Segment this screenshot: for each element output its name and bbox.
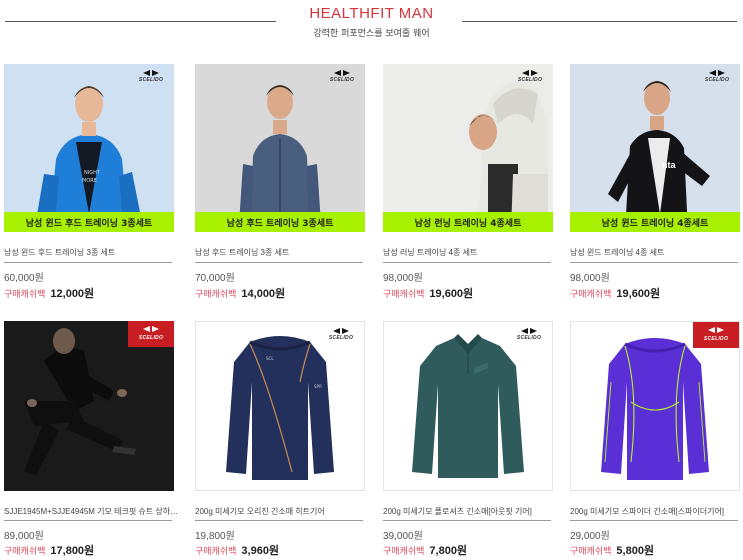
product-divider bbox=[570, 262, 738, 263]
product-banner: 남성 런닝 트레이닝 4종세트 bbox=[383, 212, 553, 232]
product-name[interactable]: 200g 미세기모 스파이더 긴소매[스파이더기어] bbox=[570, 506, 743, 517]
brand-logo: SCELIDO bbox=[327, 70, 357, 84]
brand-logo: SCELIDO bbox=[326, 328, 356, 342]
cashback-value: 19,600원 bbox=[429, 288, 474, 300]
cashback-label: 구매캐쉬백 bbox=[195, 546, 237, 556]
brand-mark-icon bbox=[709, 70, 725, 76]
section-subtitle: 강력한 퍼포먼스를 보여줄 웨어 bbox=[313, 29, 430, 39]
product-name[interactable]: 200g 미세기모 폴로셔츠 긴소매[아웃핏 기어] bbox=[383, 506, 558, 517]
brand-mark-icon bbox=[334, 70, 350, 76]
product-divider bbox=[383, 262, 551, 263]
section-title: HEALTHFIT MAN bbox=[309, 5, 434, 22]
cashback-row: 구매캐쉬백 5,800원 bbox=[570, 539, 654, 558]
section-header: HEALTHFIT MAN 강력한 퍼포먼스를 보여줄 웨어 bbox=[0, 0, 743, 44]
product-divider bbox=[195, 262, 363, 263]
brand-logo: SCELIDO bbox=[693, 322, 739, 348]
svg-text:MORE: MORE bbox=[82, 178, 97, 184]
product-card[interactable]: SCELIDO 200g 미세기모 폴로셔츠 긴소매[아웃핏 기어] 39,00… bbox=[383, 321, 553, 557]
product-name[interactable]: SJJE1945M+SJJE4945M 기모 테크핏 슈트 상하의... bbox=[4, 506, 179, 517]
product-divider bbox=[195, 520, 363, 521]
cashback-value: 3,960원 bbox=[241, 545, 280, 557]
brand-mark-icon bbox=[143, 70, 159, 76]
product-image[interactable]: SCELIDO bbox=[4, 321, 174, 491]
brand-logo: SCELIDO bbox=[515, 70, 545, 84]
cashback-row: 구매캐쉬백 19,600원 bbox=[383, 282, 473, 301]
cashback-label: 구매캐쉬백 bbox=[4, 546, 46, 556]
product-card[interactable]: nta SCELIDO 남성 윈드 트레이닝 4종세트 남성 윈드 트레이닝 4… bbox=[570, 64, 740, 300]
cashback-label: 구매캐쉬백 bbox=[383, 289, 425, 299]
product-divider bbox=[4, 262, 172, 263]
product-image[interactable]: SCELIDO bbox=[383, 321, 553, 491]
svg-text:nta: nta bbox=[662, 160, 676, 170]
brand-mark-icon bbox=[521, 328, 537, 334]
product-card[interactable]: SCELIDO SJJE1945M+SJJE4945M 기모 테크핏 슈트 상하… bbox=[4, 321, 179, 557]
product-banner: 남성 윈드 후드 트레이닝 3종세트 bbox=[4, 212, 174, 232]
cashback-value: 19,600원 bbox=[616, 288, 661, 300]
product-divider bbox=[570, 520, 738, 521]
brand-logo: SCELIDO bbox=[136, 70, 166, 84]
brand-logo: SCELIDO bbox=[128, 321, 174, 347]
cashback-value: 12,000원 bbox=[50, 288, 95, 300]
product-image[interactable]: SPR SCL SCELIDO bbox=[195, 321, 365, 491]
cashback-label: 구매캐쉬백 bbox=[383, 546, 425, 556]
product-banner: 남성 후드 트레이닝 3종세트 bbox=[195, 212, 365, 232]
cashback-row: 구매캐쉬백 17,800원 bbox=[4, 539, 94, 558]
brand-mark-icon bbox=[143, 326, 159, 332]
product-name[interactable]: 남성 후드 트레이닝 3종 세트 bbox=[195, 247, 370, 258]
cashback-row: 구매캐쉬백 12,000원 bbox=[4, 282, 94, 301]
cashback-row: 구매캐쉬백 19,600원 bbox=[570, 282, 660, 301]
cashback-value: 14,000원 bbox=[241, 288, 286, 300]
product-card[interactable]: NIGHT MORE SCELIDO 남성 윈드 후드 트레이닝 3종세트 남성… bbox=[4, 64, 174, 300]
header-divider-right bbox=[462, 21, 737, 22]
product-card[interactable]: SCELIDO 남성 런닝 트레이닝 4종세트 남성 러닝 트레이닝 4종 세트… bbox=[383, 64, 553, 300]
cashback-value: 5,800원 bbox=[616, 545, 655, 557]
cashback-label: 구매캐쉬백 bbox=[4, 289, 46, 299]
product-card[interactable]: SCELIDO 200g 미세기모 스파이더 긴소매[스파이더기어] 29,00… bbox=[570, 321, 740, 557]
brand-logo: SCELIDO bbox=[702, 70, 732, 84]
product-divider bbox=[4, 520, 172, 521]
product-card[interactable]: SCELIDO 남성 후드 트레이닝 3종세트 남성 후드 트레이닝 3종 세트… bbox=[195, 64, 365, 300]
product-image[interactable]: NIGHT MORE SCELIDO 남성 윈드 후드 트레이닝 3종세트 bbox=[4, 64, 174, 232]
cashback-row: 구매캐쉬백 3,960원 bbox=[195, 539, 279, 558]
product-image[interactable]: SCELIDO bbox=[570, 321, 740, 491]
cashback-row: 구매캐쉬백 7,800원 bbox=[383, 539, 467, 558]
brand-logo: SCELIDO bbox=[514, 328, 544, 342]
product-name[interactable]: 남성 윈드 후드 트레이닝 3종 세트 bbox=[4, 247, 179, 258]
cashback-label: 구매캐쉬백 bbox=[195, 289, 237, 299]
product-divider bbox=[383, 520, 551, 521]
product-name[interactable]: 남성 러닝 트레이닝 4종 세트 bbox=[383, 247, 558, 258]
cashback-label: 구매캐쉬백 bbox=[570, 546, 612, 556]
product-image[interactable]: nta SCELIDO 남성 윈드 트레이닝 4종세트 bbox=[570, 64, 740, 232]
svg-text:SPR: SPR bbox=[314, 384, 322, 389]
product-name[interactable]: 남성 윈드 트레이닝 4종 세트 bbox=[570, 247, 743, 258]
product-image[interactable]: SCELIDO 남성 런닝 트레이닝 4종세트 bbox=[383, 64, 553, 232]
cashback-label: 구매캐쉬백 bbox=[570, 289, 612, 299]
product-card[interactable]: SPR SCL SCELIDO 200g 미세기모 오리진 긴소매 히트기어 1… bbox=[195, 321, 365, 557]
product-image[interactable]: SCELIDO 남성 후드 트레이닝 3종세트 bbox=[195, 64, 365, 232]
cashback-row: 구매캐쉬백 14,000원 bbox=[195, 282, 285, 301]
brand-mark-icon bbox=[522, 70, 538, 76]
cashback-value: 7,800원 bbox=[429, 545, 468, 557]
product-banner: 남성 윈드 트레이닝 4종세트 bbox=[570, 212, 740, 232]
svg-text:SCL: SCL bbox=[266, 356, 274, 361]
brand-mark-icon bbox=[333, 328, 349, 334]
cashback-value: 17,800원 bbox=[50, 545, 95, 557]
product-name[interactable]: 200g 미세기모 오리진 긴소매 히트기어 bbox=[195, 506, 370, 517]
brand-mark-icon bbox=[708, 327, 724, 333]
svg-text:NIGHT: NIGHT bbox=[84, 170, 101, 176]
